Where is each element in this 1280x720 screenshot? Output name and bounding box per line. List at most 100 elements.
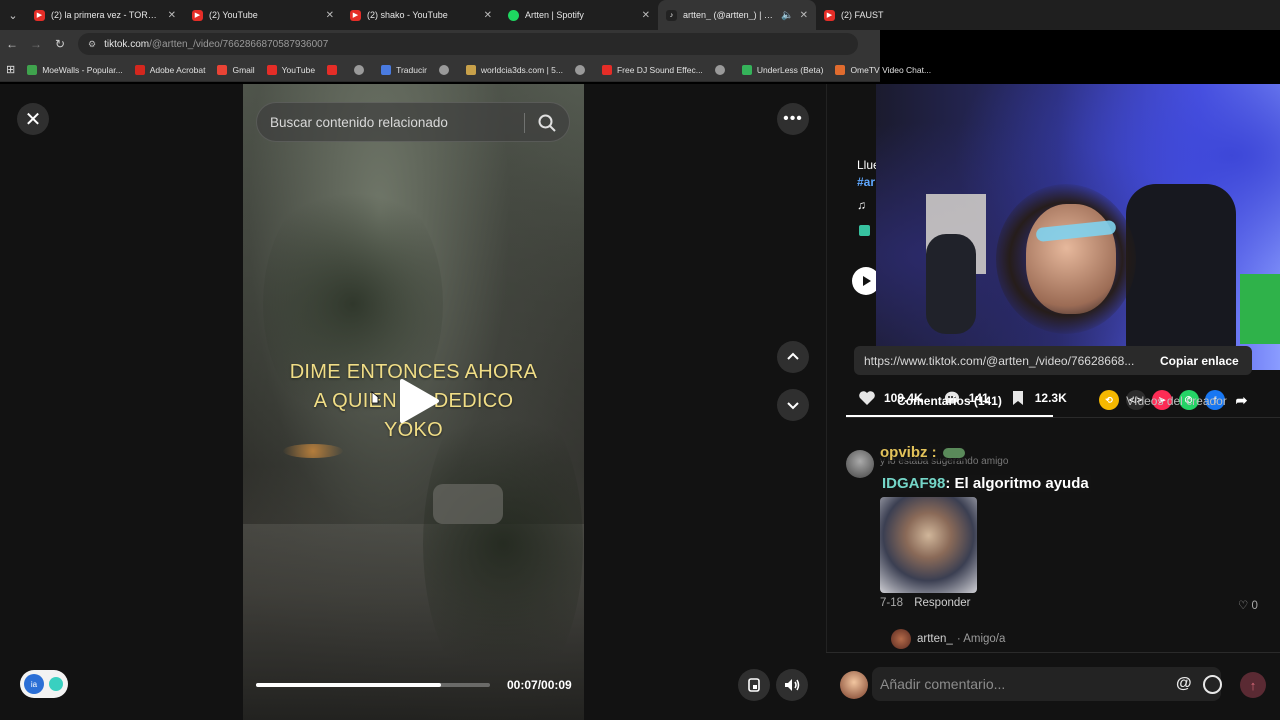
chat-username: opvibz : — [880, 444, 937, 461]
tab-search-chevron-icon[interactable]: ⌄ — [0, 0, 26, 30]
close-tab-icon[interactable]: ✕ — [326, 10, 334, 21]
url-path: /@artten_/video/7662866870587936007 — [149, 38, 329, 50]
close-video-button[interactable]: ✕ — [17, 103, 49, 135]
mention-icon[interactable]: @ — [1176, 675, 1192, 693]
bookmark-item[interactable]: Adobe Acrobat — [134, 64, 206, 75]
video-time: 00:07/00:09 — [507, 678, 572, 692]
reload-icon[interactable]: ↻ — [48, 37, 72, 51]
video-scene-car — [433, 484, 503, 524]
avatar[interactable] — [891, 629, 911, 649]
bookmark-label: Gmail — [232, 64, 255, 75]
bookmark-item[interactable]: Traducir — [381, 64, 427, 75]
more-options-button[interactable]: ••• — [777, 103, 809, 135]
close-tab-icon[interactable]: ✕ — [484, 10, 492, 21]
miniplayer-icon — [748, 678, 760, 692]
bookmark-item[interactable]: Free DJ Sound Effec... — [601, 64, 703, 75]
tab-creator-videos[interactable]: Vídeos del creador — [1073, 390, 1280, 417]
bookmarks-bar: ⊞ MoeWalls - Popular... Adobe Acrobat Gm… — [0, 58, 931, 82]
panel-tabs: Comentarios (141) Vídeos del creador — [846, 390, 1280, 418]
youtube-favicon-icon: ▶ — [192, 9, 203, 21]
extension-widget[interactable]: ia — [20, 670, 68, 698]
music-note-icon: ♫ — [857, 198, 866, 212]
share-link-url[interactable]: https://www.tiktok.com/@artten_/video/76… — [864, 354, 1146, 368]
miniplayer-button[interactable] — [738, 669, 770, 701]
bookmark-label: OmeTV Video Chat... — [850, 64, 932, 75]
comment-meta: 7-18 Responder — [880, 597, 971, 609]
close-icon: ✕ — [24, 108, 42, 131]
youtube-favicon-icon: ▶ — [34, 9, 45, 21]
bookmark-favicon-icon — [601, 64, 612, 75]
reply-button[interactable]: Responder — [914, 597, 970, 609]
hashtag-fragment[interactable]: #ar — [857, 175, 875, 189]
search-placeholder: Buscar contenido relacionado — [270, 114, 448, 130]
close-tab-icon[interactable]: ✕ — [642, 10, 650, 21]
bookmark-label: YouTube — [281, 64, 316, 75]
comment-input[interactable]: Añadir comentario... — [872, 667, 1221, 701]
chat-text: : El algoritmo ayuda — [945, 475, 1089, 492]
browser-tab[interactable]: ▶ (2) shako - YouTube ✕ — [342, 0, 500, 30]
bookmark-item[interactable] — [327, 64, 342, 75]
bookmark-item[interactable]: OmeTV Video Chat... — [835, 64, 932, 75]
video-progress-bar[interactable] — [256, 683, 490, 687]
related-search-input[interactable]: Buscar contenido relacionado — [256, 102, 570, 142]
globe-icon — [438, 64, 449, 75]
address-bar[interactable]: ⚙ tiktok.com /@artten_/video/76628668705… — [78, 33, 858, 55]
copy-link-button[interactable]: Copiar enlace — [1160, 354, 1239, 368]
bookmark-item[interactable]: MoeWalls - Popular... — [27, 64, 123, 75]
bookmark-favicon-icon — [465, 64, 476, 75]
power-icon — [49, 677, 63, 691]
location-icon — [859, 225, 870, 236]
browser-tab[interactable]: Artten | Spotify ✕ — [500, 0, 658, 30]
globe-icon — [714, 64, 725, 75]
forward-icon[interactable]: → — [24, 37, 48, 51]
bookmark-item[interactable] — [574, 64, 590, 75]
stream-chat-message: IDGAF98: El algoritmo ayuda — [880, 475, 1091, 492]
volume-button[interactable] — [776, 669, 808, 701]
tiktok-favicon-icon: ♪ — [666, 9, 677, 21]
browser-tab-active[interactable]: ♪ artten_ (@artten_) | TikTok 🔈 ✕ — [658, 0, 816, 30]
url-domain: tiktok.com — [104, 38, 150, 50]
ellipsis-icon: ••• — [783, 110, 803, 127]
send-comment-button[interactable]: ↑ — [1240, 672, 1266, 698]
mouse-cursor-icon — [371, 391, 379, 404]
bookmark-item[interactable] — [714, 64, 730, 75]
bookmark-item[interactable]: UnderLess (Beta) — [741, 64, 824, 75]
globe-icon — [574, 64, 585, 75]
play-icon — [863, 276, 871, 286]
play-icon[interactable] — [392, 376, 442, 426]
bookmark-favicon-icon — [327, 64, 338, 75]
apps-grid-icon[interactable]: ⊞ — [6, 63, 15, 76]
reply-relationship: · Amigo/a — [956, 633, 1006, 645]
bookmark-label: Traducir — [396, 64, 427, 75]
bookmark-item[interactable] — [354, 64, 369, 75]
back-icon[interactable]: ← — [0, 37, 24, 51]
bookmark-item[interactable]: YouTube — [266, 64, 316, 75]
bookmark-label: Adobe Acrobat — [149, 64, 206, 75]
arrow-up-icon: ↑ — [1249, 677, 1257, 693]
volume-icon — [785, 679, 800, 691]
reply-username[interactable]: artten_ — [917, 633, 953, 645]
avatar[interactable] — [846, 450, 874, 478]
webcam-microphone — [926, 234, 976, 334]
previous-video-button[interactable] — [777, 341, 809, 373]
stream-chat-message: opvibz : — [880, 444, 965, 461]
browser-tab[interactable]: ▶ (2) FAUST — [816, 0, 974, 30]
browser-tab[interactable]: ▶ (2) la primera vez - TORRRES x ✕ — [26, 0, 184, 30]
tab-comments[interactable]: Comentarios (141) — [846, 390, 1053, 417]
emoji-icon[interactable] — [1203, 675, 1222, 694]
bookmark-label: UnderLess (Beta) — [756, 64, 824, 75]
bookmark-item[interactable]: Gmail — [217, 64, 255, 75]
bookmark-item[interactable]: worldcia3ds.com | 5... — [465, 64, 563, 75]
site-settings-icon[interactable]: ⚙ — [88, 39, 96, 50]
webcam-gaming-chair — [1126, 184, 1236, 370]
browser-tab[interactable]: ▶ (2) YouTube ✕ — [184, 0, 342, 30]
comment-like-button[interactable]: ♡ 0 — [1238, 598, 1258, 612]
bookmark-item[interactable] — [438, 64, 454, 75]
speaker-icon[interactable]: 🔈 — [781, 10, 793, 21]
comment-image[interactable] — [880, 497, 977, 593]
close-tab-icon[interactable]: ✕ — [800, 10, 808, 21]
next-video-button[interactable] — [777, 389, 809, 421]
search-icon[interactable] — [537, 113, 557, 133]
extension-icon: ia — [24, 674, 44, 694]
close-tab-icon[interactable]: ✕ — [168, 10, 176, 21]
